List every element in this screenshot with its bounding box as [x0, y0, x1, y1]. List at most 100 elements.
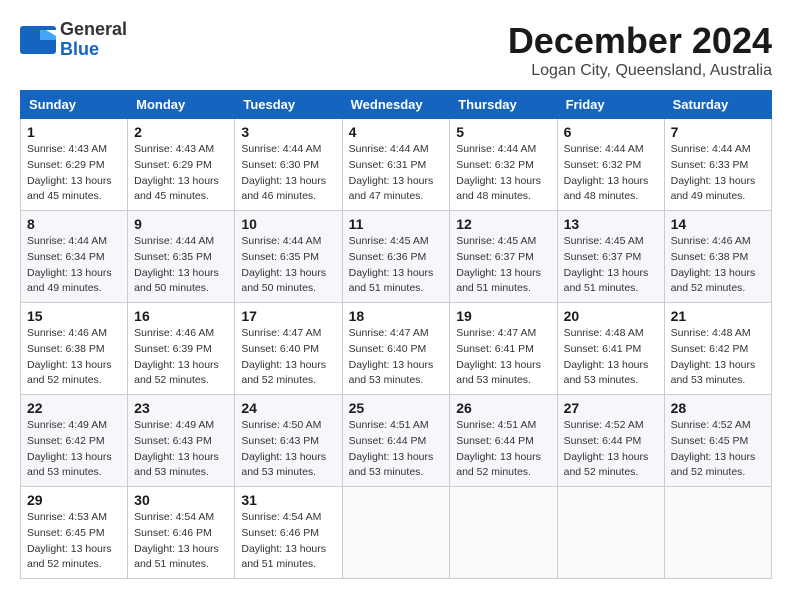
day-number: 25: [349, 400, 444, 416]
calendar-cell: 10 Sunrise: 4:44 AM Sunset: 6:35 PM Dayl…: [235, 211, 342, 303]
day-number: 16: [134, 308, 228, 324]
month-title: December 2024: [508, 20, 772, 62]
calendar-cell: 17 Sunrise: 4:47 AM Sunset: 6:40 PM Dayl…: [235, 303, 342, 395]
calendar-cell: 12 Sunrise: 4:45 AM Sunset: 6:37 PM Dayl…: [450, 211, 557, 303]
calendar-cell: 20 Sunrise: 4:48 AM Sunset: 6:41 PM Dayl…: [557, 303, 664, 395]
day-number: 10: [241, 216, 335, 232]
day-info: Sunrise: 4:54 AM Sunset: 6:46 PM Dayligh…: [134, 510, 228, 573]
day-info: Sunrise: 4:44 AM Sunset: 6:35 PM Dayligh…: [134, 234, 228, 297]
day-info: Sunrise: 4:45 AM Sunset: 6:36 PM Dayligh…: [349, 234, 444, 297]
day-number: 3: [241, 124, 335, 140]
day-info: Sunrise: 4:51 AM Sunset: 6:44 PM Dayligh…: [456, 418, 550, 481]
column-header-wednesday: Wednesday: [342, 91, 450, 119]
page-header: General Blue December 2024 Logan City, Q…: [20, 20, 772, 80]
day-info: Sunrise: 4:44 AM Sunset: 6:32 PM Dayligh…: [564, 142, 658, 205]
calendar-cell: 19 Sunrise: 4:47 AM Sunset: 6:41 PM Dayl…: [450, 303, 557, 395]
day-info: Sunrise: 4:46 AM Sunset: 6:38 PM Dayligh…: [671, 234, 765, 297]
day-number: 20: [564, 308, 658, 324]
calendar-cell: 27 Sunrise: 4:52 AM Sunset: 6:44 PM Dayl…: [557, 395, 664, 487]
day-number: 5: [456, 124, 550, 140]
day-info: Sunrise: 4:52 AM Sunset: 6:44 PM Dayligh…: [564, 418, 658, 481]
day-info: Sunrise: 4:44 AM Sunset: 6:31 PM Dayligh…: [349, 142, 444, 205]
calendar-cell: 28 Sunrise: 4:52 AM Sunset: 6:45 PM Dayl…: [664, 395, 771, 487]
calendar-week-2: 8 Sunrise: 4:44 AM Sunset: 6:34 PM Dayli…: [21, 211, 772, 303]
day-info: Sunrise: 4:45 AM Sunset: 6:37 PM Dayligh…: [564, 234, 658, 297]
day-number: 30: [134, 492, 228, 508]
day-number: 21: [671, 308, 765, 324]
calendar-cell: 11 Sunrise: 4:45 AM Sunset: 6:36 PM Dayl…: [342, 211, 450, 303]
calendar-cell: 13 Sunrise: 4:45 AM Sunset: 6:37 PM Dayl…: [557, 211, 664, 303]
calendar-cell: 6 Sunrise: 4:44 AM Sunset: 6:32 PM Dayli…: [557, 119, 664, 211]
day-number: 12: [456, 216, 550, 232]
calendar-cell: 29 Sunrise: 4:53 AM Sunset: 6:45 PM Dayl…: [21, 487, 128, 579]
day-number: 28: [671, 400, 765, 416]
calendar-cell: 4 Sunrise: 4:44 AM Sunset: 6:31 PM Dayli…: [342, 119, 450, 211]
day-info: Sunrise: 4:46 AM Sunset: 6:39 PM Dayligh…: [134, 326, 228, 389]
calendar-cell: [450, 487, 557, 579]
logo: General Blue: [20, 20, 127, 60]
calendar-week-3: 15 Sunrise: 4:46 AM Sunset: 6:38 PM Dayl…: [21, 303, 772, 395]
day-number: 2: [134, 124, 228, 140]
calendar-cell: 3 Sunrise: 4:44 AM Sunset: 6:30 PM Dayli…: [235, 119, 342, 211]
day-number: 27: [564, 400, 658, 416]
calendar-cell: 24 Sunrise: 4:50 AM Sunset: 6:43 PM Dayl…: [235, 395, 342, 487]
day-number: 11: [349, 216, 444, 232]
day-info: Sunrise: 4:44 AM Sunset: 6:35 PM Dayligh…: [241, 234, 335, 297]
day-info: Sunrise: 4:44 AM Sunset: 6:33 PM Dayligh…: [671, 142, 765, 205]
day-info: Sunrise: 4:49 AM Sunset: 6:43 PM Dayligh…: [134, 418, 228, 481]
calendar-cell: 25 Sunrise: 4:51 AM Sunset: 6:44 PM Dayl…: [342, 395, 450, 487]
day-number: 1: [27, 124, 121, 140]
column-header-thursday: Thursday: [450, 91, 557, 119]
column-header-sunday: Sunday: [21, 91, 128, 119]
calendar-cell: 15 Sunrise: 4:46 AM Sunset: 6:38 PM Dayl…: [21, 303, 128, 395]
calendar-cell: 1 Sunrise: 4:43 AM Sunset: 6:29 PM Dayli…: [21, 119, 128, 211]
logo-icon: [20, 26, 56, 54]
day-number: 24: [241, 400, 335, 416]
calendar-table: SundayMondayTuesdayWednesdayThursdayFrid…: [20, 90, 772, 579]
day-number: 9: [134, 216, 228, 232]
day-info: Sunrise: 4:43 AM Sunset: 6:29 PM Dayligh…: [134, 142, 228, 205]
day-info: Sunrise: 4:47 AM Sunset: 6:40 PM Dayligh…: [349, 326, 444, 389]
location-title: Logan City, Queensland, Australia: [508, 62, 772, 80]
day-number: 13: [564, 216, 658, 232]
calendar-cell: 31 Sunrise: 4:54 AM Sunset: 6:46 PM Dayl…: [235, 487, 342, 579]
day-info: Sunrise: 4:47 AM Sunset: 6:40 PM Dayligh…: [241, 326, 335, 389]
day-info: Sunrise: 4:43 AM Sunset: 6:29 PM Dayligh…: [27, 142, 121, 205]
day-info: Sunrise: 4:48 AM Sunset: 6:42 PM Dayligh…: [671, 326, 765, 389]
day-info: Sunrise: 4:45 AM Sunset: 6:37 PM Dayligh…: [456, 234, 550, 297]
calendar-cell: 21 Sunrise: 4:48 AM Sunset: 6:42 PM Dayl…: [664, 303, 771, 395]
day-number: 7: [671, 124, 765, 140]
calendar-week-5: 29 Sunrise: 4:53 AM Sunset: 6:45 PM Dayl…: [21, 487, 772, 579]
day-number: 22: [27, 400, 121, 416]
day-info: Sunrise: 4:44 AM Sunset: 6:32 PM Dayligh…: [456, 142, 550, 205]
calendar-cell: [557, 487, 664, 579]
title-area: December 2024 Logan City, Queensland, Au…: [508, 20, 772, 80]
calendar-cell: 16 Sunrise: 4:46 AM Sunset: 6:39 PM Dayl…: [128, 303, 235, 395]
column-header-monday: Monday: [128, 91, 235, 119]
calendar-cell: 2 Sunrise: 4:43 AM Sunset: 6:29 PM Dayli…: [128, 119, 235, 211]
calendar-cell: 30 Sunrise: 4:54 AM Sunset: 6:46 PM Dayl…: [128, 487, 235, 579]
day-number: 8: [27, 216, 121, 232]
day-number: 15: [27, 308, 121, 324]
day-info: Sunrise: 4:50 AM Sunset: 6:43 PM Dayligh…: [241, 418, 335, 481]
column-header-saturday: Saturday: [664, 91, 771, 119]
day-number: 14: [671, 216, 765, 232]
calendar-cell: 14 Sunrise: 4:46 AM Sunset: 6:38 PM Dayl…: [664, 211, 771, 303]
day-number: 18: [349, 308, 444, 324]
day-number: 31: [241, 492, 335, 508]
day-number: 6: [564, 124, 658, 140]
calendar-cell: 8 Sunrise: 4:44 AM Sunset: 6:34 PM Dayli…: [21, 211, 128, 303]
day-number: 4: [349, 124, 444, 140]
day-number: 23: [134, 400, 228, 416]
calendar-cell: 5 Sunrise: 4:44 AM Sunset: 6:32 PM Dayli…: [450, 119, 557, 211]
day-info: Sunrise: 4:44 AM Sunset: 6:30 PM Dayligh…: [241, 142, 335, 205]
column-header-tuesday: Tuesday: [235, 91, 342, 119]
day-info: Sunrise: 4:51 AM Sunset: 6:44 PM Dayligh…: [349, 418, 444, 481]
logo-blue: Blue: [60, 40, 127, 60]
column-header-friday: Friday: [557, 91, 664, 119]
calendar-week-4: 22 Sunrise: 4:49 AM Sunset: 6:42 PM Dayl…: [21, 395, 772, 487]
day-info: Sunrise: 4:54 AM Sunset: 6:46 PM Dayligh…: [241, 510, 335, 573]
calendar-cell: 22 Sunrise: 4:49 AM Sunset: 6:42 PM Dayl…: [21, 395, 128, 487]
day-info: Sunrise: 4:46 AM Sunset: 6:38 PM Dayligh…: [27, 326, 121, 389]
calendar-cell: 26 Sunrise: 4:51 AM Sunset: 6:44 PM Dayl…: [450, 395, 557, 487]
